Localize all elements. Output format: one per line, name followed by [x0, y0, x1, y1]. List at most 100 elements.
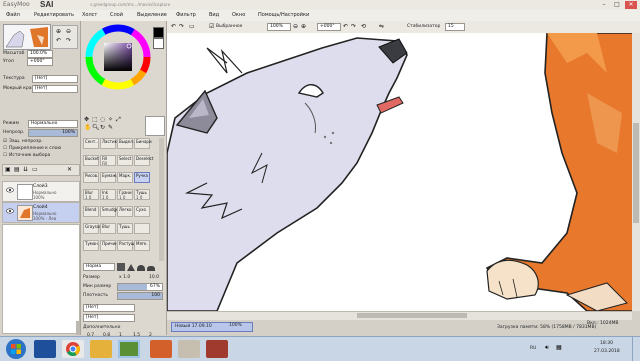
undo-icon[interactable]: ↶: [171, 23, 176, 30]
brush-tool-slot[interactable]: Растуш.: [117, 240, 136, 251]
canvas-zoom-field[interactable]: 100%: [267, 23, 291, 31]
folder-icon[interactable]: [90, 340, 112, 358]
canvas-vertical-scrollbar[interactable]: [632, 33, 640, 311]
brush-shape-select[interactable]: [Нет]: [83, 304, 135, 312]
scroll-thumb[interactable]: [633, 123, 639, 223]
brush-tool-slot[interactable]: Сухо: [134, 206, 150, 217]
texture-select[interactable]: [Нет]: [32, 75, 78, 83]
new-folder-icon[interactable]: ▤: [14, 166, 20, 173]
brush-tool-slot[interactable]: Выдел.: [117, 138, 134, 149]
brush-texture-select[interactable]: [Нет]: [83, 314, 135, 322]
brush-size-multiplier[interactable]: х 1.0: [119, 275, 130, 280]
canvas-horizontal-scrollbar[interactable]: [167, 311, 632, 320]
zoom-field[interactable]: 100.0%: [27, 50, 53, 58]
navigator-preview[interactable]: [3, 24, 51, 50]
clock-time[interactable]: 18:30: [600, 341, 613, 346]
drawing-canvas[interactable]: [167, 33, 640, 311]
tip-soft-icon[interactable]: [147, 266, 155, 271]
rotate-left-icon[interactable]: ↶: [56, 37, 61, 44]
rotate-icon[interactable]: ↻: [100, 124, 105, 131]
brush-tool-slot[interactable]: Рисов.: [83, 172, 99, 183]
reset-rotation-icon[interactable]: ⟲: [361, 23, 366, 30]
deselect-icon[interactable]: ▭: [189, 23, 195, 30]
brush-tool-slot[interactable]: Fill Fill: [100, 155, 116, 166]
merge-layer-icon[interactable]: ⇊: [23, 166, 28, 173]
brush-tool-slot[interactable]: Ручка: [134, 172, 150, 183]
canvas-angle-field[interactable]: +000°: [317, 23, 341, 31]
brush-blend-select[interactable]: Норма: [83, 263, 115, 271]
menu-select[interactable]: Выделение: [137, 12, 167, 18]
layer-scrollbar[interactable]: [76, 321, 80, 335]
angle-field[interactable]: +000°: [27, 58, 53, 66]
delete-layer-icon[interactable]: ✕: [67, 166, 72, 173]
brush-tool-slot[interactable]: Тушь: [117, 223, 133, 234]
hand-icon[interactable]: ✋: [84, 124, 91, 131]
brush-size-value[interactable]: 10.0: [149, 275, 159, 280]
brush-tool-slot[interactable]: Smudge: [100, 206, 119, 217]
selection-visible-checkbox-icon[interactable]: ☑: [209, 23, 214, 30]
menu-layer[interactable]: Слой: [110, 12, 123, 18]
brush-tool-slot[interactable]: Причин.: [100, 240, 119, 251]
tip-sharp-icon[interactable]: [117, 263, 125, 271]
eye-icon[interactable]: [6, 208, 14, 214]
menu-view[interactable]: Вид: [209, 12, 219, 18]
brush-tool-slot[interactable]: Grayson: [83, 223, 102, 234]
sai-app-icon[interactable]: [178, 340, 200, 358]
zoom-in-icon[interactable]: ⊕: [56, 28, 61, 35]
menu-canvas[interactable]: Холст: [82, 12, 97, 18]
rotate-left-icon[interactable]: ↶: [343, 23, 348, 30]
chrome-icon[interactable]: [62, 340, 84, 358]
brush-tool-slot[interactable]: Бинари: [134, 138, 152, 149]
min-size-slider[interactable]: 67%: [117, 283, 163, 291]
eye-icon[interactable]: [6, 187, 14, 193]
brush-tool-slot[interactable]: Тушь 1 0: [134, 189, 150, 200]
brush-tool-slot[interactable]: Blend: [83, 206, 99, 217]
rotate-right-icon[interactable]: ↷: [66, 37, 71, 44]
brush-tool-slot[interactable]: Бумаж.: [100, 172, 117, 183]
show-desktop-button[interactable]: [632, 337, 640, 361]
transform-icon[interactable]: ⤢: [116, 116, 121, 124]
brush-tool-slot[interactable]: Мягк.: [134, 240, 150, 251]
tip-round-icon[interactable]: [137, 265, 145, 271]
clock-date[interactable]: 27.03.2018: [594, 349, 620, 354]
magic-wand-icon[interactable]: ✧: [108, 116, 113, 123]
lasso-icon[interactable]: ◌: [100, 116, 105, 123]
brush-tool-slot[interactable]: Марк.: [117, 172, 133, 183]
menu-edit[interactable]: Редактировать: [34, 12, 74, 18]
menu-filter[interactable]: Фильтр: [176, 12, 196, 18]
advanced-settings-toggle[interactable]: Дополнительно: [83, 325, 120, 330]
minimize-button[interactable]: –: [598, 1, 610, 9]
scroll-thumb[interactable]: [357, 313, 467, 318]
tip-triangle-icon[interactable]: [127, 264, 135, 271]
blend-mode-select[interactable]: Нормально: [28, 120, 78, 128]
zoom-in-icon[interactable]: ⊕: [301, 23, 306, 30]
maximize-button[interactable]: □: [611, 1, 623, 9]
language-indicator[interactable]: RU: [530, 346, 536, 351]
tool-grid-scrollbar[interactable]: [159, 138, 164, 261]
layer-opacity-slider[interactable]: 100%: [28, 129, 78, 137]
zoom-out-icon[interactable]: ⊖: [66, 28, 71, 35]
rect-select-icon[interactable]: ⬚: [92, 116, 98, 123]
brush-tool-slot[interactable]: Select: [117, 155, 133, 166]
color-wheel[interactable]: [85, 24, 151, 90]
redo-icon[interactable]: ↷: [179, 23, 184, 30]
photoshop-icon[interactable]: [206, 340, 228, 358]
brush-tool-slot[interactable]: Blur 1 0: [83, 189, 99, 200]
move-icon[interactable]: ✥: [84, 116, 89, 123]
layer-item-selected[interactable]: Слой4 Нормально 100% · Лев: [2, 202, 80, 223]
volume-icon[interactable]: 🔊︎: [545, 344, 549, 352]
menu-window[interactable]: Окно: [232, 12, 245, 18]
rotate-right-icon[interactable]: ↷: [351, 23, 356, 30]
brush-tool-slot[interactable]: Ink 1 0: [100, 189, 116, 200]
clear-layer-icon[interactable]: ▭: [32, 166, 38, 173]
eyedropper-icon[interactable]: ✎: [108, 124, 113, 131]
flip-horizontal-icon[interactable]: ⇋: [379, 23, 384, 30]
start-button[interactable]: [6, 339, 26, 359]
brush-tool-slot[interactable]: Грани 1 0: [117, 189, 133, 200]
menu-file[interactable]: Файл: [6, 12, 20, 18]
ie-icon[interactable]: [34, 340, 56, 358]
brush-tool-slot[interactable]: Ластик: [100, 138, 117, 149]
brush-tool-slot[interactable]: [134, 223, 150, 234]
brush-tool-slot[interactable]: Сент..: [83, 138, 99, 149]
layer-item[interactable]: Слой3 Нормально 100%: [2, 181, 80, 202]
